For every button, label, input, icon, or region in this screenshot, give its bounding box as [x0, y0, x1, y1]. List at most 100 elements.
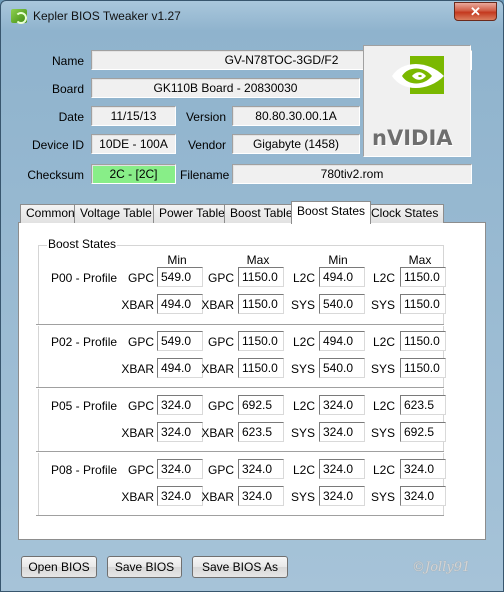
clock-domain-label: GPC — [127, 335, 154, 349]
checksum-field: 2C - [2C] — [91, 164, 176, 184]
vendor-label: Vendor — [187, 138, 226, 152]
save-bios-as-button[interactable]: Save BIOS As — [192, 556, 288, 578]
open-bios-button[interactable]: Open BIOS — [21, 556, 97, 578]
clock-value-input[interactable]: 549.0 — [157, 331, 203, 351]
filename-field: 780tiv2.rom — [232, 164, 472, 184]
tab-boost-table[interactable]: Boost Table — [224, 204, 299, 223]
tab-boost-states[interactable]: Boost States — [291, 201, 372, 224]
clock-value-input[interactable]: 494.0 — [319, 331, 365, 351]
clock-value-input[interactable]: 324.0 — [157, 422, 203, 442]
clock-value-input[interactable]: 1150.0 — [400, 331, 446, 351]
clock-domain-label: L2C — [372, 271, 395, 285]
clock-value-input[interactable]: 324.0 — [319, 422, 365, 442]
clock-value-input[interactable]: 324.0 — [157, 459, 203, 479]
clock-domain-label: L2C — [292, 335, 315, 349]
clock-domain-label: L2C — [292, 399, 315, 413]
filename-label: Filename — [180, 168, 230, 182]
save-bios-button[interactable]: Save BIOS — [107, 556, 182, 578]
separator — [36, 451, 444, 453]
clock-value-input[interactable]: 1150.0 — [238, 358, 284, 378]
clock-value-input[interactable]: 1150.0 — [400, 294, 446, 314]
profile-label: P00 - Profile — [51, 271, 118, 285]
clock-domain-label: SYS — [290, 362, 315, 376]
name-label: Name — [51, 54, 84, 68]
device-id-field: 10DE - 100A — [91, 134, 176, 154]
clock-domain-label: SYS — [370, 490, 395, 504]
clock-value-input[interactable]: 692.5 — [400, 422, 446, 442]
clock-domain-label: SYS — [370, 298, 395, 312]
clock-value-input[interactable]: 540.0 — [319, 358, 365, 378]
clock-value-input[interactable]: 1150.0 — [238, 294, 284, 314]
version-label: Version — [185, 110, 226, 124]
clock-value-input[interactable]: 324.0 — [157, 395, 203, 415]
header-l2c-max: Max — [408, 253, 432, 267]
tab-clock-states[interactable]: Clock States — [365, 204, 445, 223]
clock-value-input[interactable]: 324.0 — [238, 459, 284, 479]
header-gpc-min: Min — [167, 253, 187, 267]
clock-domain-label: GPC — [127, 399, 154, 413]
clock-value-input[interactable]: 324.0 — [157, 486, 203, 506]
clock-value-input[interactable]: 324.0 — [319, 459, 365, 479]
profile-label: P05 - Profile — [51, 399, 118, 413]
clock-domain-label: XBAR — [201, 362, 234, 376]
clock-domain-label: L2C — [292, 271, 315, 285]
board-label: Board — [51, 82, 84, 96]
clock-value-input[interactable]: 540.0 — [319, 294, 365, 314]
clock-domain-label: SYS — [290, 490, 315, 504]
clock-value-input[interactable]: 324.0 — [400, 486, 446, 506]
tab-voltage-table[interactable]: Voltage Table — [74, 204, 158, 223]
clock-value-input[interactable]: 1150.0 — [400, 267, 446, 287]
clock-domain-label: GPC — [127, 271, 154, 285]
nvidia-wordmark: nVIDIA — [372, 126, 453, 150]
clock-domain-label: L2C — [372, 335, 395, 349]
title-bar[interactable]: Kepler BIOS Tweaker v1.27 ✕ — [1, 1, 503, 31]
clock-value-input[interactable]: 494.0 — [157, 358, 203, 378]
clock-domain-label: XBAR — [121, 490, 154, 504]
tab-power-table[interactable]: Power Table — [153, 204, 231, 223]
clock-domain-label: XBAR — [121, 362, 154, 376]
clock-value-input[interactable]: 549.0 — [157, 267, 203, 287]
clock-domain-label: XBAR — [201, 298, 234, 312]
clock-domain-label: SYS — [370, 426, 395, 440]
clock-value-input[interactable]: 1150.0 — [238, 331, 284, 351]
clock-domain-label: XBAR — [201, 490, 234, 504]
header-l2c-min: Min — [328, 253, 348, 267]
boost-states-group-title: Boost States — [47, 237, 118, 251]
clock-value-input[interactable]: 494.0 — [157, 294, 203, 314]
profile-label: P08 - Profile — [51, 463, 118, 477]
close-button[interactable]: ✕ — [454, 2, 497, 21]
nvidia-eye-icon — [392, 56, 444, 94]
clock-value-input[interactable]: 494.0 — [319, 267, 365, 287]
date-field: 11/15/13 — [91, 106, 176, 126]
clock-domain-label: GPC — [207, 399, 234, 413]
clock-domain-label: L2C — [372, 463, 395, 477]
clock-value-input[interactable]: 324.0 — [238, 486, 284, 506]
device-id-label: Device ID — [31, 138, 84, 152]
nvidia-logo: nVIDIA — [363, 45, 471, 157]
tab-common[interactable]: Common — [20, 204, 81, 223]
separator — [36, 515, 444, 517]
separator — [36, 387, 444, 389]
clock-domain-label: XBAR — [201, 426, 234, 440]
clock-value-input[interactable]: 324.0 — [319, 486, 365, 506]
clock-domain-label: XBAR — [121, 426, 154, 440]
clock-domain-label: L2C — [372, 399, 395, 413]
window-title: Kepler BIOS Tweaker v1.27 — [33, 9, 181, 23]
app-icon — [11, 9, 27, 24]
clock-domain-label: GPC — [207, 271, 234, 285]
board-field: GK110B Board - 20830030 — [91, 78, 360, 98]
clock-value-input[interactable]: 324.0 — [400, 459, 446, 479]
clock-value-input[interactable]: 1150.0 — [400, 358, 446, 378]
clock-value-input[interactable]: 1150.0 — [238, 267, 284, 287]
clock-value-input[interactable]: 692.5 — [238, 395, 284, 415]
date-label: Date — [58, 110, 84, 124]
header-gpc-max: Max — [246, 253, 270, 267]
clock-value-input[interactable]: 324.0 — [319, 395, 365, 415]
vendor-field: Gigabyte (1458) — [232, 134, 360, 154]
clock-value-input[interactable]: 623.5 — [400, 395, 446, 415]
clock-domain-label: GPC — [207, 335, 234, 349]
watermark: ©Jolly91 — [412, 560, 471, 575]
clock-value-input[interactable]: 623.5 — [238, 422, 284, 442]
clock-domain-label: XBAR — [121, 298, 154, 312]
separator — [36, 324, 444, 326]
